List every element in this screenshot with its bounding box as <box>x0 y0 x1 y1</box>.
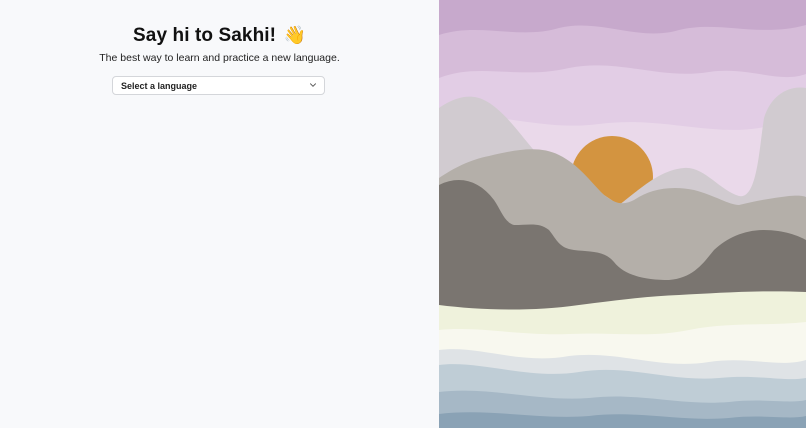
chevron-down-icon <box>310 83 316 87</box>
landscape-illustration <box>439 0 806 428</box>
waving-hand-icon: 👋 <box>283 25 306 45</box>
welcome-panel: Say hi to Sakhi! 👋 The best way to learn… <box>0 0 439 428</box>
language-select-label: Select a language <box>121 81 198 91</box>
page-title: Say hi to Sakhi! 👋 <box>0 25 439 47</box>
page-subtitle: The best way to learn and practice a new… <box>99 52 340 64</box>
page-title-text: Say hi to Sakhi! <box>133 25 277 46</box>
language-select[interactable]: Select a language <box>112 76 325 95</box>
